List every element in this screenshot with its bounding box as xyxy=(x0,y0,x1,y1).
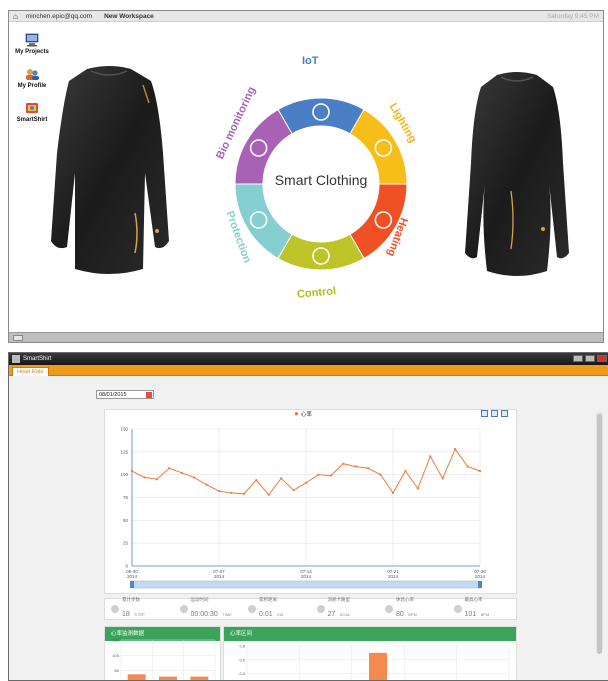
window-titlebar: SmartShirt xyxy=(9,353,608,365)
tab-heart-rate[interactable]: Heart Rate xyxy=(12,367,49,376)
shirt-app-icon xyxy=(26,103,38,113)
bar-y-tick-label: 0.6 xyxy=(239,657,245,662)
scrollbar-thumb[interactable] xyxy=(597,414,602,654)
wheel-center-text: Smart Clothing xyxy=(274,172,368,188)
app-logo-icon xyxy=(12,355,20,363)
user-email[interactable]: minchen.epic@qq.com xyxy=(26,13,92,20)
bar-y-tick-label: 80 xyxy=(115,668,120,673)
bar[interactable] xyxy=(159,676,177,681)
segment-label-iot: IoT xyxy=(302,55,319,67)
workspace-topbar: ⌂ minchen.epic@qq.com New Workspace Satu… xyxy=(9,11,603,22)
minimize-icon[interactable] xyxy=(573,355,583,362)
users-icon xyxy=(26,69,39,80)
desktop-icon-my-projects[interactable]: My Projects xyxy=(12,33,52,55)
window-title: SmartShirt xyxy=(23,356,52,362)
tab-bar: Heart Rate xyxy=(9,365,608,376)
bar[interactable] xyxy=(369,652,387,681)
mens-compression-shirt-image xyxy=(51,66,169,274)
computer-icon xyxy=(25,33,39,47)
maximize-icon[interactable] xyxy=(585,355,595,362)
clock: Saturday 9:45 PM xyxy=(546,12,599,20)
bar-y-tick-label: 0.8 xyxy=(239,644,245,649)
vertical-scrollbar[interactable] xyxy=(596,412,603,654)
app-body: 08/01/2015 ● 心率 0 25 50 75 100 125 150 06-30 201… xyxy=(9,376,608,680)
bar-y-tick-label: 120 xyxy=(112,638,119,643)
bar-y-tick-label: 0.4 xyxy=(239,671,245,676)
smartshirt-window: SmartShirt Heart Rate 08/01/2015 ● 心率 0 … xyxy=(8,352,608,681)
close-icon[interactable] xyxy=(597,355,607,362)
bar[interactable] xyxy=(127,674,146,681)
taskbar-button[interactable] xyxy=(13,335,23,341)
workspace-window: ⌂ minchen.epic@qq.com New Workspace Satu… xyxy=(8,10,604,343)
bar[interactable] xyxy=(190,676,209,681)
smart-clothing-wheel: IoT Lighting Heating Control Protection … xyxy=(214,55,419,309)
workspace-name[interactable]: New Workspace xyxy=(104,13,154,20)
window-controls xyxy=(573,355,607,362)
bar-charts: 4060801001200.20.40.60.8 xyxy=(112,638,510,681)
desktop-icon-label: My Projects xyxy=(15,49,49,55)
womens-compression-shirt-image xyxy=(465,72,569,276)
home-icon[interactable]: ⌂ xyxy=(13,12,18,21)
bar-y-tick-label: 100 xyxy=(112,653,119,658)
taskbar xyxy=(9,332,603,342)
screenshot-root: ⌂ minchen.epic@qq.com New Workspace Satu… xyxy=(0,0,608,681)
